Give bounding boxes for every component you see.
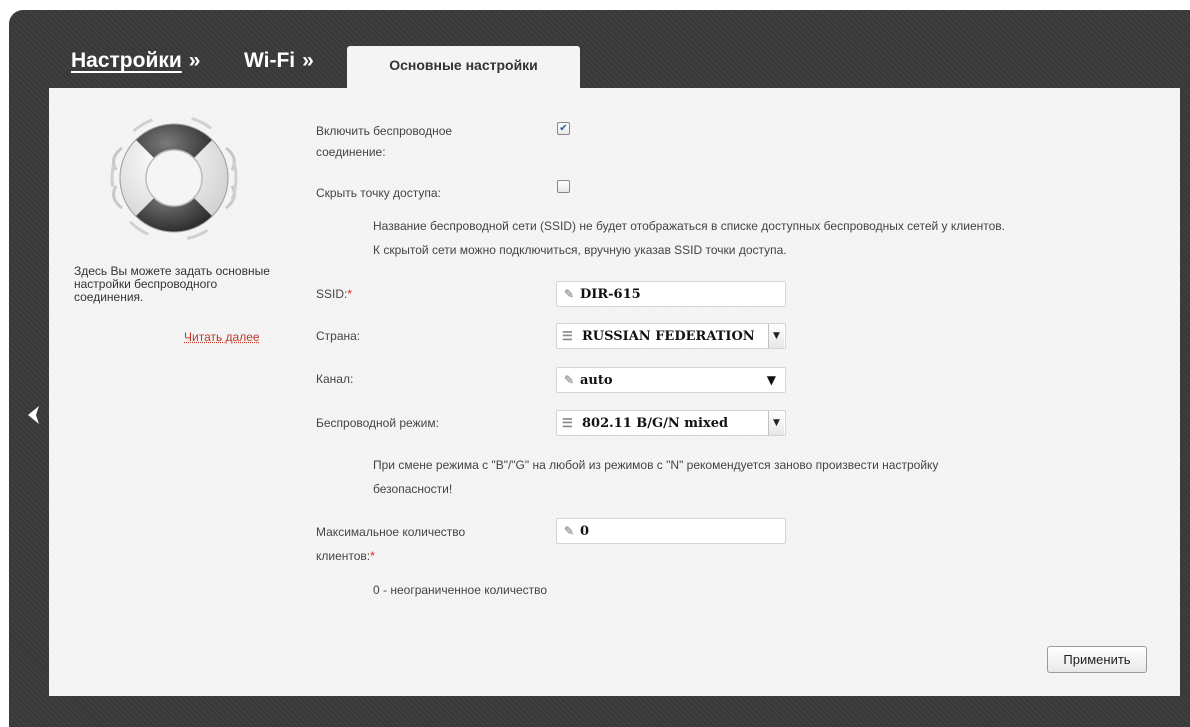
lifebuoy-icon	[104, 108, 244, 248]
country-select[interactable]: ☰ RUSSIAN FEDERATION ▼	[556, 323, 786, 349]
max-clients-note: 0 - неограниченное количество	[373, 583, 548, 597]
required-mark: *	[347, 287, 353, 301]
apply-button[interactable]: Применить	[1047, 646, 1147, 673]
max-clients-label-text: клиентов:	[316, 549, 371, 563]
mode-note-line2: безопасности!	[373, 482, 453, 496]
channel-value: auto	[580, 372, 613, 388]
wireless-mode-value: 802.11 B/G/N mixed	[582, 415, 729, 431]
breadcrumb-settings-link[interactable]: Настройки	[71, 49, 182, 72]
pencil-icon: ✎	[564, 287, 575, 301]
pencil-icon: ✎	[564, 524, 575, 538]
wireless-mode-dropdown-button[interactable]: ▼	[768, 411, 784, 435]
mode-note-line1: При смене режима с "B"/"G" на любой из р…	[373, 458, 939, 472]
country-label: Страна:	[316, 329, 361, 343]
required-mark: *	[370, 549, 375, 563]
list-icon: ☰	[562, 416, 573, 430]
chevron-down-icon[interactable]: ▼	[767, 373, 776, 387]
wireless-mode-label: Беспроводной режим:	[316, 416, 439, 430]
max-clients-label-line2: клиентов:*	[316, 546, 375, 567]
hide-ap-checkbox[interactable]	[557, 180, 570, 193]
breadcrumb-wifi-link[interactable]: Wi-Fi	[244, 49, 295, 72]
country-dropdown-button[interactable]: ▼	[768, 324, 784, 348]
ssid-value: DIR-615	[580, 286, 641, 302]
breadcrumb-separator: »	[188, 49, 201, 72]
max-clients-input[interactable]: ✎ 0	[556, 518, 786, 544]
channel-select[interactable]: ✎ auto ▼	[556, 367, 786, 393]
breadcrumb-wifi[interactable]: Wi-Fi »	[244, 49, 314, 73]
read-more-link[interactable]: Читать далее	[184, 330, 260, 344]
chevron-down-icon: ▼	[773, 331, 780, 341]
ssid-label: SSID:*	[316, 284, 352, 305]
back-arrow-icon[interactable]	[22, 403, 46, 427]
pencil-icon: ✎	[564, 373, 575, 387]
max-clients-value: 0	[580, 523, 590, 539]
sidebar-help-text: Здесь Вы можете задать основные настройк…	[74, 264, 270, 304]
tab-basic-settings[interactable]: Основные настройки	[347, 46, 580, 89]
ssid-input[interactable]: ✎ DIR-615	[556, 281, 786, 307]
breadcrumb-settings[interactable]: Настройки »	[71, 49, 200, 73]
wireless-mode-select[interactable]: ☰ 802.11 B/G/N mixed ▼	[556, 410, 786, 436]
breadcrumb-separator-2: »	[302, 49, 314, 72]
max-clients-label-line1: Максимальное количество	[316, 525, 466, 539]
list-icon: ☰	[562, 329, 573, 343]
hide-ap-note-line2: К скрытой сети можно подключиться, вручн…	[373, 243, 787, 257]
country-value: RUSSIAN FEDERATION	[582, 328, 755, 344]
enable-wireless-label: Включить беспроводное соединение:	[316, 124, 453, 159]
hide-ap-label: Скрыть точку доступа:	[316, 186, 441, 200]
checkmark-icon: ✔	[559, 122, 568, 134]
channel-label: Канал:	[316, 372, 354, 386]
enable-wireless-checkbox[interactable]: ✔	[557, 122, 570, 135]
hide-ap-note-line1: Название беспроводной сети (SSID) не буд…	[373, 219, 1005, 233]
chevron-down-icon: ▼	[773, 418, 780, 428]
ssid-label-text: SSID:	[316, 287, 348, 301]
